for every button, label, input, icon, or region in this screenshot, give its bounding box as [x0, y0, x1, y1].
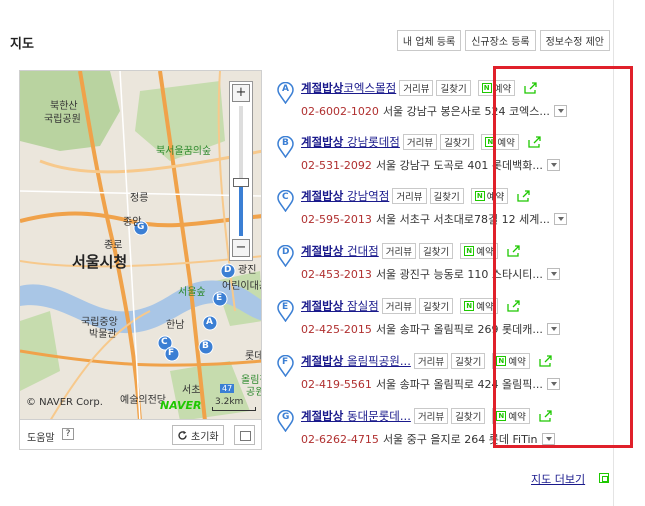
register-business-button[interactable]: 내 업체 등록: [396, 30, 462, 51]
more-map-link[interactable]: 지도 더보기: [531, 471, 585, 487]
result-name-link[interactable]: 계절밥상 강남역점: [301, 188, 389, 204]
pin-letter: E: [282, 302, 289, 312]
zoom-out-button[interactable]: −: [232, 239, 250, 257]
phone-number: 02-531-2092: [301, 158, 372, 172]
reset-map-button[interactable]: 초기화: [172, 425, 224, 445]
expand-icon[interactable]: [599, 473, 609, 483]
naver-n-icon: N: [474, 191, 485, 201]
map-label-hannam: 한남: [166, 320, 185, 331]
naver-n-icon: N: [481, 83, 492, 93]
result-name-link[interactable]: 계절밥상 동대문롯데...: [301, 408, 411, 424]
street-view-button[interactable]: 거리뷰: [413, 408, 449, 424]
map[interactable]: 북한산 국립공원 북서울꿈의숲 정릉 종암 종로 서울시청 어린이대공 국립중앙…: [19, 70, 262, 420]
result-name-link[interactable]: 계절밥상 올림픽공원...: [301, 353, 411, 369]
result-name-link[interactable]: 계절밥상코엑스몰점: [301, 80, 396, 96]
map-scale-label: 3.2km: [215, 397, 244, 407]
zoom-level-fill: [239, 186, 243, 236]
pin-letter: B: [282, 138, 289, 148]
street-view-button[interactable]: 거리뷰: [402, 134, 438, 150]
zoom-handle[interactable]: [233, 178, 249, 187]
result-name-link[interactable]: 계절밥상 건대점: [301, 243, 379, 259]
phone-number: 02-453-2013: [301, 267, 372, 281]
map-pin-e[interactable]: E: [216, 293, 222, 303]
street-view-button[interactable]: 거리뷰: [413, 353, 449, 369]
map-label-jongno: 종로: [104, 240, 123, 251]
map-label-seocho: 서초: [182, 385, 201, 396]
help-label[interactable]: 도움말: [27, 429, 55, 444]
map-copyright: © NAVER Corp.: [26, 397, 103, 408]
map-label-museum-2: 박물관: [89, 329, 117, 340]
naver-n-icon: N: [464, 301, 475, 311]
map-label-dream-forest: 북서울꿈의숲: [156, 146, 212, 157]
suggest-edit-button[interactable]: 정보수정 제안: [539, 30, 610, 51]
phone-number: 02-6002-1020: [301, 104, 379, 118]
directions-button[interactable]: 길찾기: [451, 353, 486, 369]
naver-n-icon: N: [464, 246, 475, 256]
map-label-national-park: 국립공원: [44, 114, 81, 125]
map-pin-g[interactable]: G: [137, 222, 144, 232]
street-view-button[interactable]: 거리뷰: [381, 298, 416, 314]
directions-button[interactable]: 길찾기: [440, 134, 475, 150]
pin-letter: C: [282, 192, 289, 202]
pin-letter: G: [282, 412, 290, 422]
map-label-olympic-2: 공원: [246, 387, 261, 398]
map-label-seoul-forest: 서울숲: [178, 287, 206, 298]
phone-number: 02-6262-4715: [301, 432, 379, 446]
highlight-box: [493, 66, 633, 448]
street-view-button[interactable]: 거리뷰: [399, 80, 434, 96]
map-label-childrens-park: 어린이대공: [222, 281, 261, 292]
map-label-jeongneung: 정릉: [130, 193, 149, 204]
directions-button[interactable]: 길찾기: [418, 243, 454, 259]
phone-number: 02-595-2013: [301, 212, 372, 226]
directions-button[interactable]: 길찾기: [418, 298, 454, 314]
map-pin-a[interactable]: A: [206, 317, 213, 327]
refresh-icon: [178, 430, 187, 440]
zoom-control: + −: [229, 81, 253, 261]
directions-button[interactable]: 길찾기: [451, 408, 486, 424]
expand-map-button[interactable]: [234, 425, 255, 445]
directions-button[interactable]: 길찾기: [436, 80, 471, 96]
zoom-in-button[interactable]: +: [232, 84, 250, 102]
result-name-link[interactable]: 계절밥상 잠실점: [301, 298, 379, 314]
directions-button[interactable]: 길찾기: [429, 188, 464, 204]
pin-letter: A: [282, 84, 289, 94]
reset-label: 초기화: [191, 431, 219, 443]
map-pin-c[interactable]: C: [161, 337, 168, 347]
pin-letter: D: [282, 247, 290, 257]
map-label-gwangjin: 광진: [238, 265, 257, 276]
result-name-link[interactable]: 계절밥상 강남롯데점: [301, 134, 400, 150]
top-buttons: 내 업체 등록 신규장소 등록 정보수정 제안: [396, 30, 610, 51]
naver-logo: NAVER: [160, 399, 202, 412]
map-footer: 도움말 ? 초기화: [19, 420, 262, 450]
map-pin-d[interactable]: D: [224, 265, 231, 275]
map-label-city-hall: 서울시청: [72, 253, 128, 271]
register-place-button[interactable]: 신규장소 등록: [465, 30, 536, 51]
map-scale-bar: [212, 407, 256, 411]
street-view-button[interactable]: 거리뷰: [381, 243, 416, 259]
map-label-route-47: 47: [220, 384, 235, 393]
map-pin-b[interactable]: B: [202, 341, 209, 351]
map-label-lotte: 롯데: [245, 351, 262, 362]
phone-number: 02-425-2015: [301, 322, 372, 336]
pin-letter: F: [282, 357, 289, 367]
section-title: 지도: [10, 37, 34, 52]
phone-number: 02-419-5561: [301, 377, 372, 391]
map-pin-f[interactable]: F: [168, 348, 174, 358]
help-question-icon[interactable]: ?: [62, 428, 74, 440]
street-view-button[interactable]: 거리뷰: [392, 188, 427, 204]
